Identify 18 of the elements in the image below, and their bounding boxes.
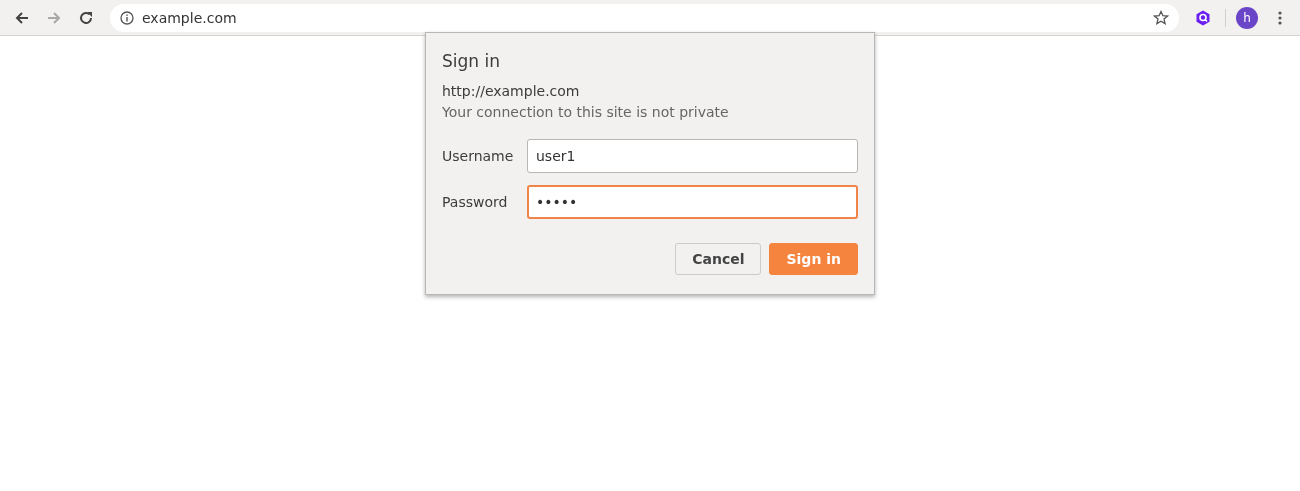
cancel-button[interactable]: Cancel <box>675 243 762 275</box>
forward-icon <box>46 9 62 26</box>
magnifier-icon <box>1195 9 1211 26</box>
field-label: Username <box>442 148 515 164</box>
menu-icon <box>1278 10 1282 25</box>
info-icon <box>120 10 134 25</box>
privacy-warning: Your connection to this site is not private <box>442 104 730 120</box>
address-text: example.com <box>142 9 238 26</box>
site-origin: http://example.com <box>442 83 581 99</box>
field-label: Password <box>442 194 509 210</box>
address-bar[interactable]: example.com <box>110 3 1179 32</box>
dialog-title: Sign in <box>442 51 501 71</box>
back-icon <box>14 9 30 26</box>
profile-avatar[interactable]: h <box>1236 6 1258 29</box>
input-field[interactable]: ••••• <box>527 185 858 219</box>
star-icon[interactable] <box>1153 9 1169 26</box>
input-field[interactable]: user1 <box>527 139 858 173</box>
reload-icon <box>78 9 94 26</box>
